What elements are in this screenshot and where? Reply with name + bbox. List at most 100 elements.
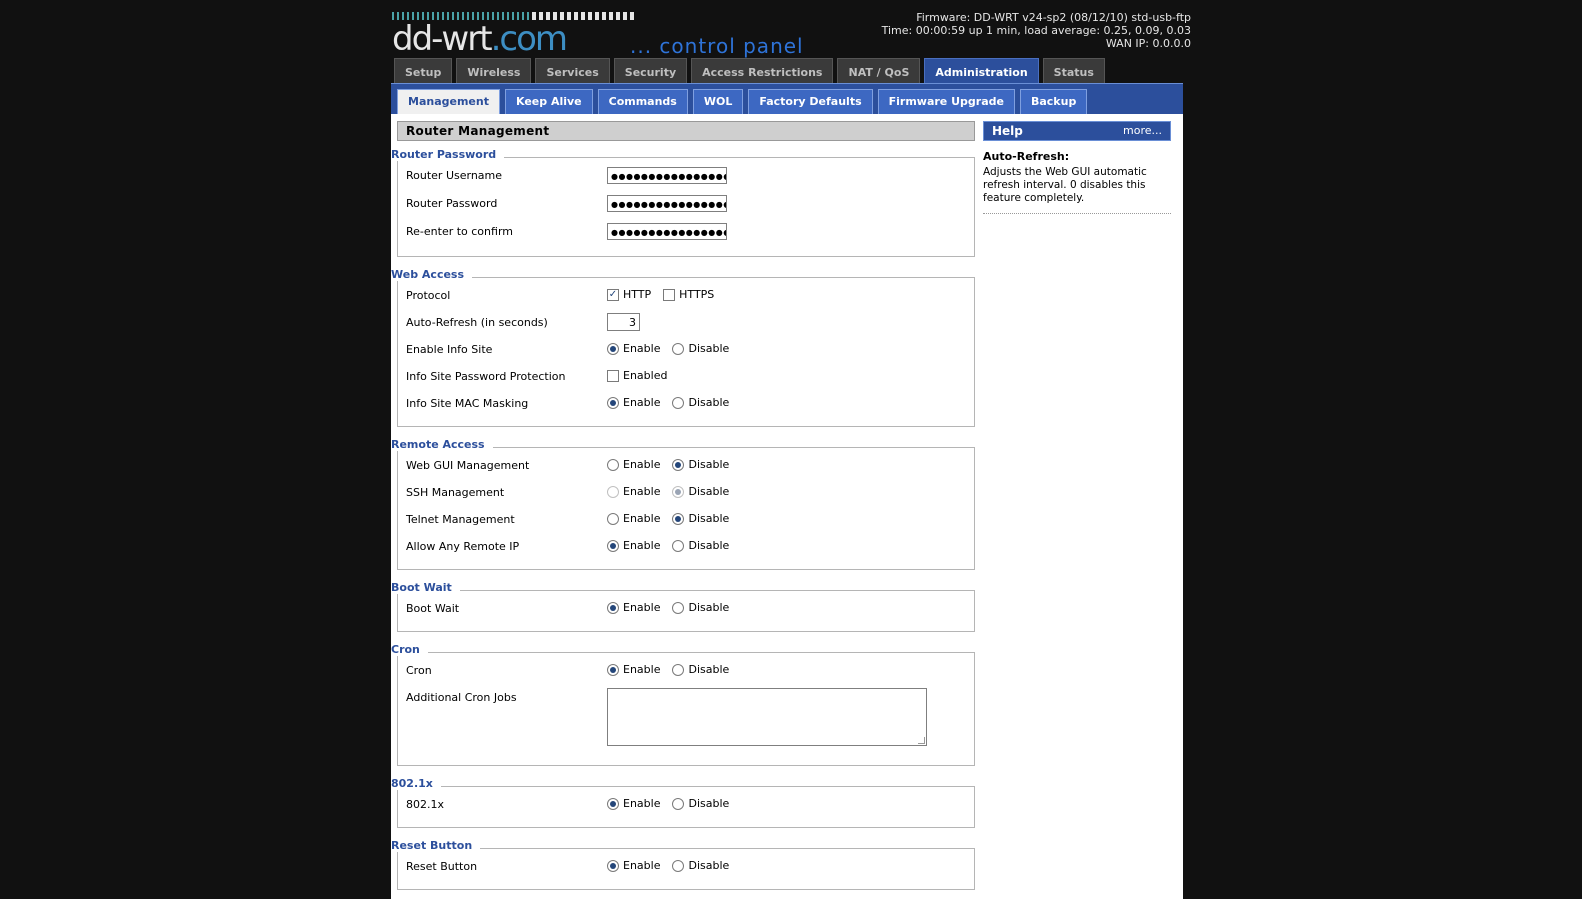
confirm-password-label: Re-enter to confirm (406, 225, 513, 238)
reset-enable-radio[interactable] (607, 859, 619, 872)
tab-administration[interactable]: Administration (924, 58, 1039, 84)
enable-label: Enable (623, 342, 661, 355)
router-password-label: Router Password (406, 197, 498, 210)
tab-nat-qos[interactable]: NAT / QoS (837, 58, 921, 84)
tab-security[interactable]: Security (613, 58, 688, 84)
remote-access-legend: Remote Access (391, 438, 493, 451)
boot-wait-section: Boot Wait Boot Wait Enable Disable (391, 581, 975, 632)
subtab-factory-defaults[interactable]: Factory Defaults (748, 89, 873, 114)
http-checkbox[interactable]: ✓ (607, 288, 619, 301)
web-gui-enable-radio[interactable] (607, 458, 619, 471)
reset-button-legend: Reset Button (391, 839, 481, 852)
enable-label: Enable (623, 539, 661, 552)
confirm-password-input[interactable]: ●●●●●●●●●●●●●●●● (607, 223, 727, 240)
cron-jobs-textarea[interactable] (607, 688, 927, 746)
any-remote-ip-label: Allow Any Remote IP (406, 540, 520, 553)
web-gui-disable-radio[interactable] (672, 458, 685, 471)
tab-services[interactable]: Services (535, 58, 610, 84)
help-panel: Help more... Auto-Refresh: Adjusts the W… (983, 121, 1171, 214)
subtab-wol[interactable]: WOL (692, 89, 744, 114)
info-site-label: Enable Info Site (406, 343, 493, 356)
remote-access-section: Remote Access Web GUI Management Enable … (391, 438, 975, 570)
disable-label: Disable (688, 485, 730, 498)
enable-label: Enable (623, 512, 661, 525)
help-header: Help more... (983, 121, 1171, 141)
help-title: Help (992, 124, 1023, 138)
cron-section: Cron Cron Enable Disable Additional Cron… (391, 643, 975, 766)
boot-wait-disable-radio[interactable] (672, 601, 685, 614)
status-info: Firmware: DD-WRT v24-sp2 (08/12/10) std-… (882, 11, 1191, 50)
enable-label: Enable (623, 485, 661, 498)
wan-ip: WAN IP: 0.0.0.0 (1105, 37, 1191, 50)
enable-label: Enable (623, 797, 661, 810)
info-pw-checkbox[interactable] (607, 369, 619, 382)
https-label: HTTPS (679, 288, 715, 301)
uptime: Time: 00:00:59 up 1 min, load average: 0… (881, 24, 1191, 37)
enable-label: Enable (623, 458, 661, 471)
any-remote-ip-enable-radio[interactable] (607, 539, 619, 552)
disable-label: Disable (688, 663, 730, 676)
router-password-legend: Router Password (391, 148, 505, 161)
telnet-disable-radio[interactable] (672, 512, 685, 525)
telnet-enable-radio[interactable] (607, 512, 619, 525)
reset-disable-radio[interactable] (672, 859, 685, 872)
http-label: HTTP (623, 288, 652, 301)
boot-wait-label: Boot Wait (406, 602, 460, 615)
reset-button-label: Reset Button (406, 860, 478, 873)
disable-label: Disable (688, 458, 730, 471)
boot-wait-enable-radio[interactable] (607, 601, 619, 614)
info-pw-label: Info Site Password Protection (406, 370, 566, 383)
cron-enable-radio[interactable] (607, 663, 619, 676)
router-username-input[interactable]: ●●●●●●●●●●●●●●●● (607, 167, 727, 184)
subtab-commands[interactable]: Commands (597, 89, 688, 114)
web-access-legend: Web Access (391, 268, 473, 281)
router-password-input[interactable]: ●●●●●●●●●●●●●●●● (607, 195, 727, 212)
page-title: Router Management (397, 121, 975, 141)
subtab-backup[interactable]: Backup (1019, 89, 1088, 114)
auto-refresh-input[interactable]: 3 (607, 313, 640, 331)
disable-label: Disable (688, 512, 730, 525)
web-gui-label: Web GUI Management (406, 459, 530, 472)
subtab-bar: Management Keep Alive Commands WOL Facto… (391, 83, 1183, 114)
info-pw-option: Enabled (623, 369, 668, 382)
dot1x-label: 802.1x (406, 798, 445, 811)
tab-setup[interactable]: Setup (394, 58, 453, 84)
info-mac-enable-radio[interactable] (607, 396, 619, 409)
dot1x-enable-radio[interactable] (607, 797, 619, 810)
dd-wrt-logo: dd-wrt.com ... control panel (392, 10, 832, 58)
router-password-section: Router Password Router Username ●●●●●●●●… (391, 148, 975, 257)
content-panel: Management Keep Alive Commands WOL Facto… (391, 83, 1183, 899)
disable-label: Disable (688, 797, 730, 810)
logo-tagline: ... control panel (630, 34, 804, 58)
disable-label: Disable (688, 859, 730, 872)
management-form: Router Management Router Password Router… (391, 121, 975, 890)
disable-label: Disable (688, 539, 730, 552)
boot-wait-legend: Boot Wait (391, 581, 460, 594)
subtab-firmware-upgrade[interactable]: Firmware Upgrade (877, 89, 1015, 114)
web-access-section: Web Access Protocol ✓ HTTP HTTPS Auto-Re… (391, 268, 975, 427)
enable-label: Enable (623, 601, 661, 614)
enable-label: Enable (623, 663, 661, 676)
tab-wireless[interactable]: Wireless (456, 58, 532, 84)
enable-label: Enable (623, 859, 661, 872)
help-topic: Auto-Refresh: (983, 150, 1070, 163)
ssh-label: SSH Management (406, 486, 505, 499)
router-username-label: Router Username (406, 169, 503, 182)
tab-access-restrictions[interactable]: Access Restrictions (691, 58, 834, 84)
subtab-management[interactable]: Management (397, 89, 500, 114)
any-remote-ip-disable-radio[interactable] (672, 539, 685, 552)
info-site-disable-radio[interactable] (672, 342, 685, 355)
ssh-disable-radio (672, 485, 685, 498)
dot1x-disable-radio[interactable] (672, 797, 685, 810)
https-checkbox[interactable] (663, 288, 676, 301)
info-mac-disable-radio[interactable] (672, 396, 685, 409)
auto-refresh-label: Auto-Refresh (in seconds) (406, 316, 548, 329)
tab-status[interactable]: Status (1042, 58, 1105, 84)
protocol-label: Protocol (406, 289, 451, 302)
cron-jobs-label: Additional Cron Jobs (406, 691, 517, 704)
logo-wordmark: dd-wrt.com (392, 19, 568, 59)
subtab-keep-alive[interactable]: Keep Alive (504, 89, 593, 114)
info-site-enable-radio[interactable] (607, 342, 619, 355)
help-more-link[interactable]: more... (1123, 122, 1162, 140)
cron-disable-radio[interactable] (672, 663, 685, 676)
